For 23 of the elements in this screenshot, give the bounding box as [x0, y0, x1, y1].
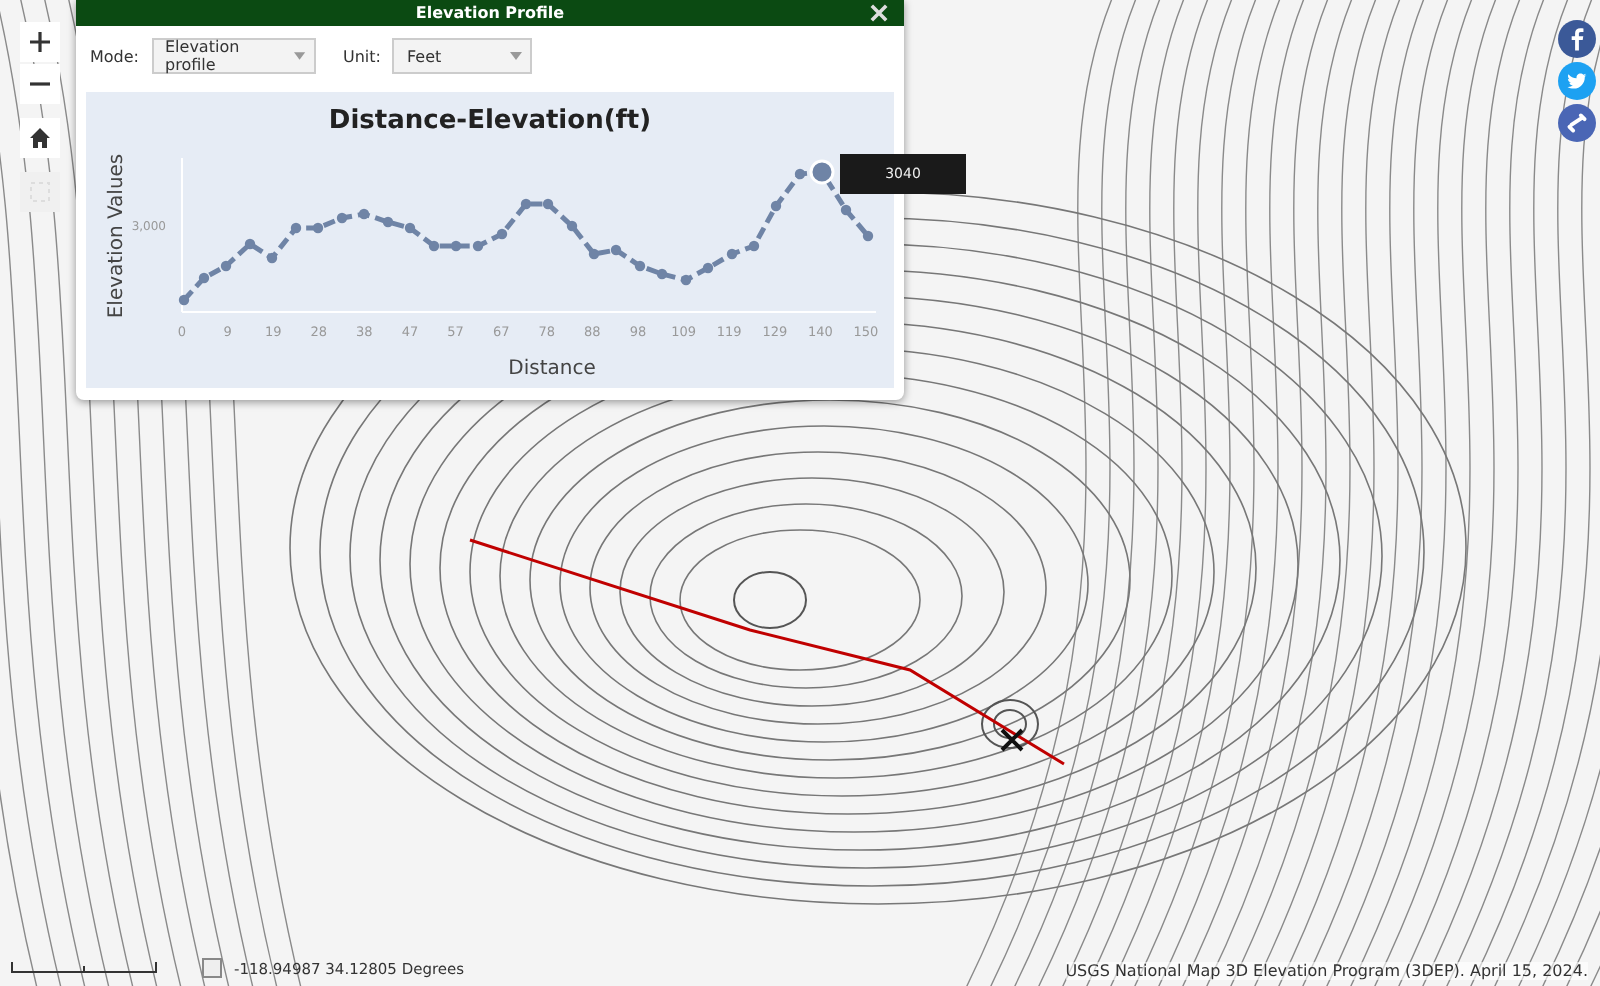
chart-title: Distance-Elevation(ft) — [328, 106, 652, 136]
link-icon[interactable] — [1558, 104, 1596, 142]
cross-marker-icon — [1000, 728, 1024, 752]
x-axis-label: Distance — [508, 358, 596, 380]
unit-dropdown[interactable]: Feet — [392, 38, 533, 74]
close-icon[interactable] — [870, 4, 888, 22]
highlighted-point[interactable] — [809, 159, 835, 185]
zoom-in-button[interactable] — [20, 22, 60, 62]
coordinates-icon[interactable] — [202, 958, 222, 978]
twitter-icon[interactable] — [1558, 62, 1596, 100]
attribution-text: USGS National Map 3D Elevation Program (3DEP). April 15, 2024. — [1065, 962, 1588, 980]
y-axis-label: Elevation Values — [106, 153, 128, 319]
facebook-icon[interactable] — [1558, 20, 1596, 58]
panel-title: Elevation Profile — [415, 4, 565, 22]
unit-label: Unit: — [343, 47, 381, 65]
zoom-out-button[interactable] — [20, 64, 60, 104]
caret-icon — [510, 52, 523, 60]
caret-icon — [293, 52, 305, 60]
home-button[interactable] — [20, 118, 60, 158]
plus-icon — [30, 32, 50, 52]
mode-label: Mode: — [90, 47, 139, 65]
mode-dropdown[interactable]: Elevation profile — [151, 38, 315, 74]
home-icon — [30, 128, 50, 148]
